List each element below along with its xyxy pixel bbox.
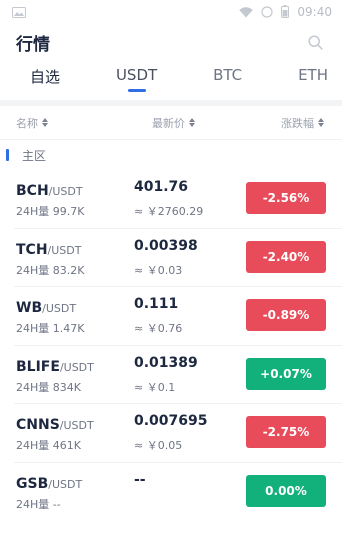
volume-24h: 24H量 99.7K	[16, 205, 85, 218]
coin-symbol: WB	[16, 300, 43, 316]
sort-icon	[189, 118, 195, 127]
market-row[interactable]: BLIFE/USDT 24H量 834K 0.01389 ≈ ￥0.1 +0.0…	[14, 346, 342, 404]
quote-currency: /USDT	[48, 477, 83, 491]
column-name-label: 名称	[16, 116, 38, 130]
section-title: 主区	[22, 148, 47, 163]
tab-eth-label: ETH	[298, 66, 328, 84]
change-badge[interactable]: 0.00%	[246, 474, 326, 507]
title-bar: 行情	[0, 24, 342, 60]
tab-usdt-label: USDT	[115, 66, 158, 84]
change-badge[interactable]: -2.56%	[246, 182, 326, 214]
pair-name: CNNS/USDT	[16, 414, 94, 433]
tab-favorites-label: 自选	[30, 68, 61, 86]
volume-24h: 24H量 83.2K	[16, 263, 85, 277]
tab-btc[interactable]: BTC	[213, 66, 242, 92]
coin-symbol: BLIFE	[16, 358, 60, 375]
tab-btc-label: BTC	[213, 66, 243, 84]
last-price: 401.76	[134, 179, 189, 195]
sort-by-price[interactable]: 最新价	[152, 115, 195, 131]
volume-24h: 24H量 461K	[16, 439, 81, 452]
market-list: BCH/USDT 24H量 99.7K 401.76 ≈ ￥2760.29 -2…	[0, 170, 342, 521]
quote-currency: /USDT	[59, 419, 94, 432]
sort-by-name[interactable]: 名称	[16, 115, 48, 131]
section-header: 主区	[0, 140, 342, 170]
tab-eth[interactable]: ETH	[298, 66, 328, 92]
volume-24h: 24H量 834K	[16, 380, 81, 394]
coin-symbol: BCH	[16, 183, 49, 199]
pair-name: WB/USDT	[16, 297, 76, 316]
pair-name: BCH/USDT	[16, 180, 83, 199]
quote-currency: /USDT	[59, 360, 94, 374]
cny-price: ≈ ￥0.05	[134, 439, 183, 452]
last-price: 0.007695	[134, 413, 208, 429]
section-marker	[6, 149, 9, 161]
coin-symbol: GSB	[16, 475, 49, 492]
last-price: 0.00398	[134, 237, 198, 254]
last-price: --	[134, 471, 146, 488]
wifi-icon	[239, 3, 254, 22]
market-row[interactable]: BCH/USDT 24H量 99.7K 401.76 ≈ ￥2760.29 -2…	[14, 170, 342, 229]
status-bar-left	[12, 3, 26, 22]
quote-currency: /USDT	[47, 243, 82, 257]
sort-icon	[318, 118, 324, 127]
column-change-label: 涨跌幅	[281, 116, 314, 130]
coin-symbol: CNNS	[16, 417, 60, 433]
search-icon[interactable]	[304, 31, 326, 53]
cny-price: ≈ ￥0.1	[134, 380, 176, 394]
change-badge[interactable]: -0.89%	[246, 299, 326, 331]
status-bar: 09:40	[0, 0, 342, 24]
pair-name: BLIFE/USDT	[16, 356, 94, 375]
tab-favorites[interactable]: 自选	[30, 66, 60, 95]
tab-usdt[interactable]: USDT	[116, 66, 157, 92]
pair-name: GSB/USDT	[16, 473, 82, 492]
change-badge[interactable]: -2.75%	[246, 416, 326, 448]
image-icon	[12, 3, 26, 22]
last-price: 0.01389	[134, 354, 198, 371]
status-bar-right: 09:40	[239, 3, 332, 22]
market-row[interactable]: TCH/USDT 24H量 83.2K 0.00398 ≈ ￥0.03 -2.4…	[14, 229, 342, 287]
volume-24h: 24H量 1.47K	[16, 322, 85, 335]
market-tabs: 自选 USDT BTC ETH	[0, 60, 342, 100]
column-price-label: 最新价	[152, 116, 185, 130]
last-price: 0.111	[134, 296, 179, 312]
cny-price: ≈ ￥0.76	[134, 322, 183, 335]
status-time: 09:40	[297, 5, 332, 19]
market-row[interactable]: GSB/USDT 24H量 -- -- 0.00%	[14, 463, 342, 522]
column-headers: 名称 最新价 涨跌幅	[0, 106, 342, 140]
battery-icon	[281, 3, 290, 22]
cny-price: ≈ ￥0.03	[134, 263, 183, 277]
signal-icon	[261, 3, 274, 22]
change-badge[interactable]: -2.40%	[246, 240, 326, 273]
tab-active-indicator	[127, 89, 146, 92]
page-title: 行情	[16, 34, 50, 55]
coin-symbol: TCH	[16, 241, 48, 258]
market-row[interactable]: WB/USDT 24H量 1.47K 0.111 ≈ ￥0.76 -0.89%	[14, 287, 342, 346]
quote-currency: /USDT	[48, 185, 83, 198]
change-badge[interactable]: +0.07%	[246, 357, 326, 390]
quote-currency: /USDT	[42, 302, 77, 315]
sort-by-change[interactable]: 涨跌幅	[281, 115, 324, 131]
market-row[interactable]: CNNS/USDT 24H量 461K 0.007695 ≈ ￥0.05 -2.…	[14, 404, 342, 463]
sort-icon	[42, 118, 48, 127]
pair-name: TCH/USDT	[16, 239, 81, 258]
volume-24h: 24H量 --	[16, 497, 61, 511]
cny-price: ≈ ￥2760.29	[134, 205, 204, 218]
